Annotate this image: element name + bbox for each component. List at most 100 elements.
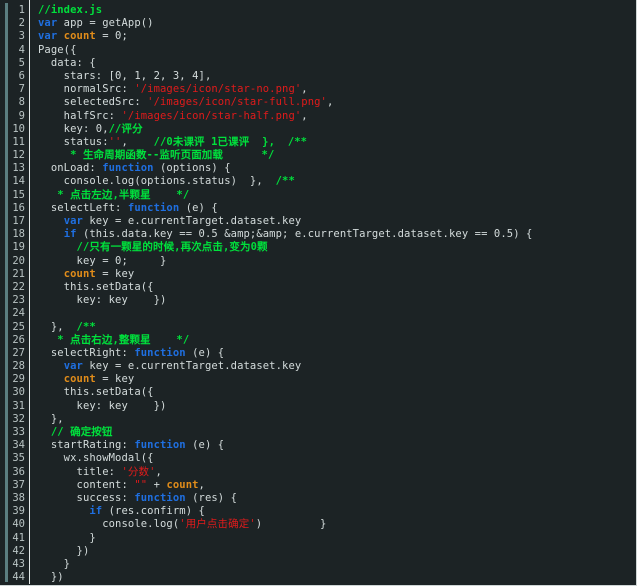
token-plain: this.setData({ (38, 280, 154, 293)
code-line[interactable]: this.setData({ (38, 281, 636, 294)
token-plain: selectedSrc: (38, 96, 148, 109)
token-plain: (res.confirm) { (102, 505, 205, 518)
code-line[interactable]: normalSrc: '/images/icon/star-no.png', (38, 83, 636, 96)
code-block[interactable]: 1 2 3 4 5 6 7 8 9 10 11 12 13 14 15 16 17 18 19 20 21 22 23 24 2… (0, 0, 637, 586)
code-line[interactable]: success: function (res) { (38, 492, 636, 505)
token-plain: (e) { (185, 439, 225, 452)
left-accent-bar (5, 3, 8, 582)
code-line[interactable]: var key = e.currentTarget.dataset.key (38, 360, 636, 373)
code-line[interactable]: }, /** (38, 321, 636, 334)
code-line[interactable]: selectRight: function (e) { (38, 347, 636, 360)
token-plain: selectRight: (38, 346, 135, 359)
token-keyword: function (134, 439, 186, 452)
token-plain: , (301, 109, 308, 122)
token-comment: //0未课评 1已课评 }, /** (153, 135, 308, 148)
code-line[interactable]: if (res.confirm) { (38, 505, 636, 518)
token-plain: key: 0, (38, 122, 109, 135)
code-line[interactable]: console.log('用户点击确定') } (38, 518, 636, 531)
token-plain: (options) { (153, 162, 231, 175)
code-line[interactable]: * 点击右边,整颗星 */ (38, 334, 636, 347)
code-line[interactable]: var key = e.currentTarget.dataset.key (38, 215, 636, 228)
code-line[interactable]: title: '分数', (38, 466, 636, 479)
token-plain: }) (38, 571, 64, 584)
code-line[interactable]: key = 0; } (38, 255, 636, 268)
token-plain: , (155, 465, 162, 478)
token-plain: title: (38, 465, 122, 478)
token-string: '/images/icon/star-no.png' (134, 83, 302, 96)
code-line[interactable] (38, 307, 636, 320)
token-plain: selectLeft: (38, 201, 128, 214)
code-line[interactable]: selectLeft: function (e) { (38, 202, 636, 215)
token-string: "" (134, 478, 148, 491)
code-line[interactable]: } (38, 532, 636, 545)
code-line[interactable]: key: key }) (38, 400, 636, 413)
token-plain: }) (38, 544, 90, 557)
code-line[interactable]: if (this.data.key == 0.5 &amp;&amp; e.cu… (38, 228, 636, 241)
code-line[interactable]: status:'', //0未课评 1已课评 }, /** (38, 136, 636, 149)
token-plain: , (198, 478, 205, 491)
code-line[interactable]: }) (38, 545, 636, 558)
code-line[interactable]: //只有一颗星的时候,再次点击,变为0颗 (38, 241, 636, 254)
code-line[interactable]: * 生命周期函数--监听页面加载 */ (38, 149, 636, 162)
token-plain: console.log(options.status) }, (38, 175, 276, 188)
code-line[interactable]: this.setData({ (38, 386, 636, 399)
code-line[interactable]: content: "" + count, (38, 479, 636, 492)
token-plain: stars: [0, 1, 2, 3, 4], (38, 69, 212, 82)
code-line[interactable]: }, (38, 413, 636, 426)
token-plain: key = 0; } (38, 254, 167, 267)
token-plain: app = getApp() (57, 17, 154, 30)
token-comment: //index.js (38, 4, 103, 16)
token-plain: } (38, 557, 71, 570)
code-line[interactable]: stars: [0, 1, 2, 3, 4], (38, 70, 636, 83)
token-comment: * 点击左边,半颗星 */ (38, 188, 190, 201)
token-plain: Page({ (38, 43, 77, 56)
code-line[interactable]: count = key (38, 373, 636, 386)
token-plain: = 0; (95, 30, 128, 43)
code-line[interactable]: var app = getApp() (38, 17, 636, 30)
token-comment: /** (76, 320, 96, 333)
code-line[interactable]: startRating: function (e) { (38, 439, 636, 452)
token-keyword: function (134, 491, 186, 504)
code-line[interactable]: Page({ (38, 44, 636, 57)
code-line[interactable]: onLoad: function (options) { (38, 162, 636, 175)
token-plain: wx.showModal({ (38, 452, 154, 465)
code-line[interactable]: //index.js (38, 4, 636, 17)
token-plain: + (147, 478, 167, 491)
code-lines-container[interactable]: //index.js var app = getApp() var count = … (30, 0, 636, 585)
token-keyword: var (38, 30, 58, 43)
code-line[interactable]: * 点击左边,半颗星 */ (38, 189, 636, 202)
token-plain: key: key }) (38, 294, 167, 307)
code-line[interactable]: data: { (38, 57, 636, 70)
token-keyword: function (127, 201, 180, 214)
token-string: '/images/icon/star-half.png' (121, 109, 302, 122)
code-line[interactable]: // 确定按钮 (38, 426, 636, 439)
token-plain: = key (95, 267, 135, 280)
code-line[interactable]: } (38, 558, 636, 571)
token-plain: normalSrc: (38, 83, 135, 96)
token-var: count (63, 30, 96, 43)
code-line[interactable]: key: 0,//评分 (38, 123, 636, 136)
code-line[interactable]: key: key }) (38, 294, 636, 307)
code-line[interactable]: count = key (38, 268, 636, 281)
code-line[interactable]: wx.showModal({ (38, 452, 636, 465)
code-line[interactable]: selectedSrc: '/images/icon/star-full.png… (38, 96, 636, 109)
token-plain: console.log( (38, 518, 180, 531)
token-var: count (166, 478, 199, 491)
code-line[interactable]: console.log(options.status) }, /** (38, 175, 636, 188)
code-line[interactable]: }) (38, 571, 636, 584)
token-keyword: var (38, 17, 58, 30)
token-plain: , (301, 83, 308, 96)
token-plain: key = e.currentTarget.dataset.key (82, 215, 302, 227)
code-line[interactable]: var count = 0; (38, 30, 636, 43)
token-comment: * 生命周期函数--监听页面加载 */ (38, 149, 275, 162)
code-line[interactable]: halfSrc: '/images/icon/star-half.png', (38, 110, 636, 123)
token-string: '用户点击确定' (179, 518, 256, 531)
token-var: count (63, 267, 96, 280)
token-var: count (63, 373, 96, 386)
